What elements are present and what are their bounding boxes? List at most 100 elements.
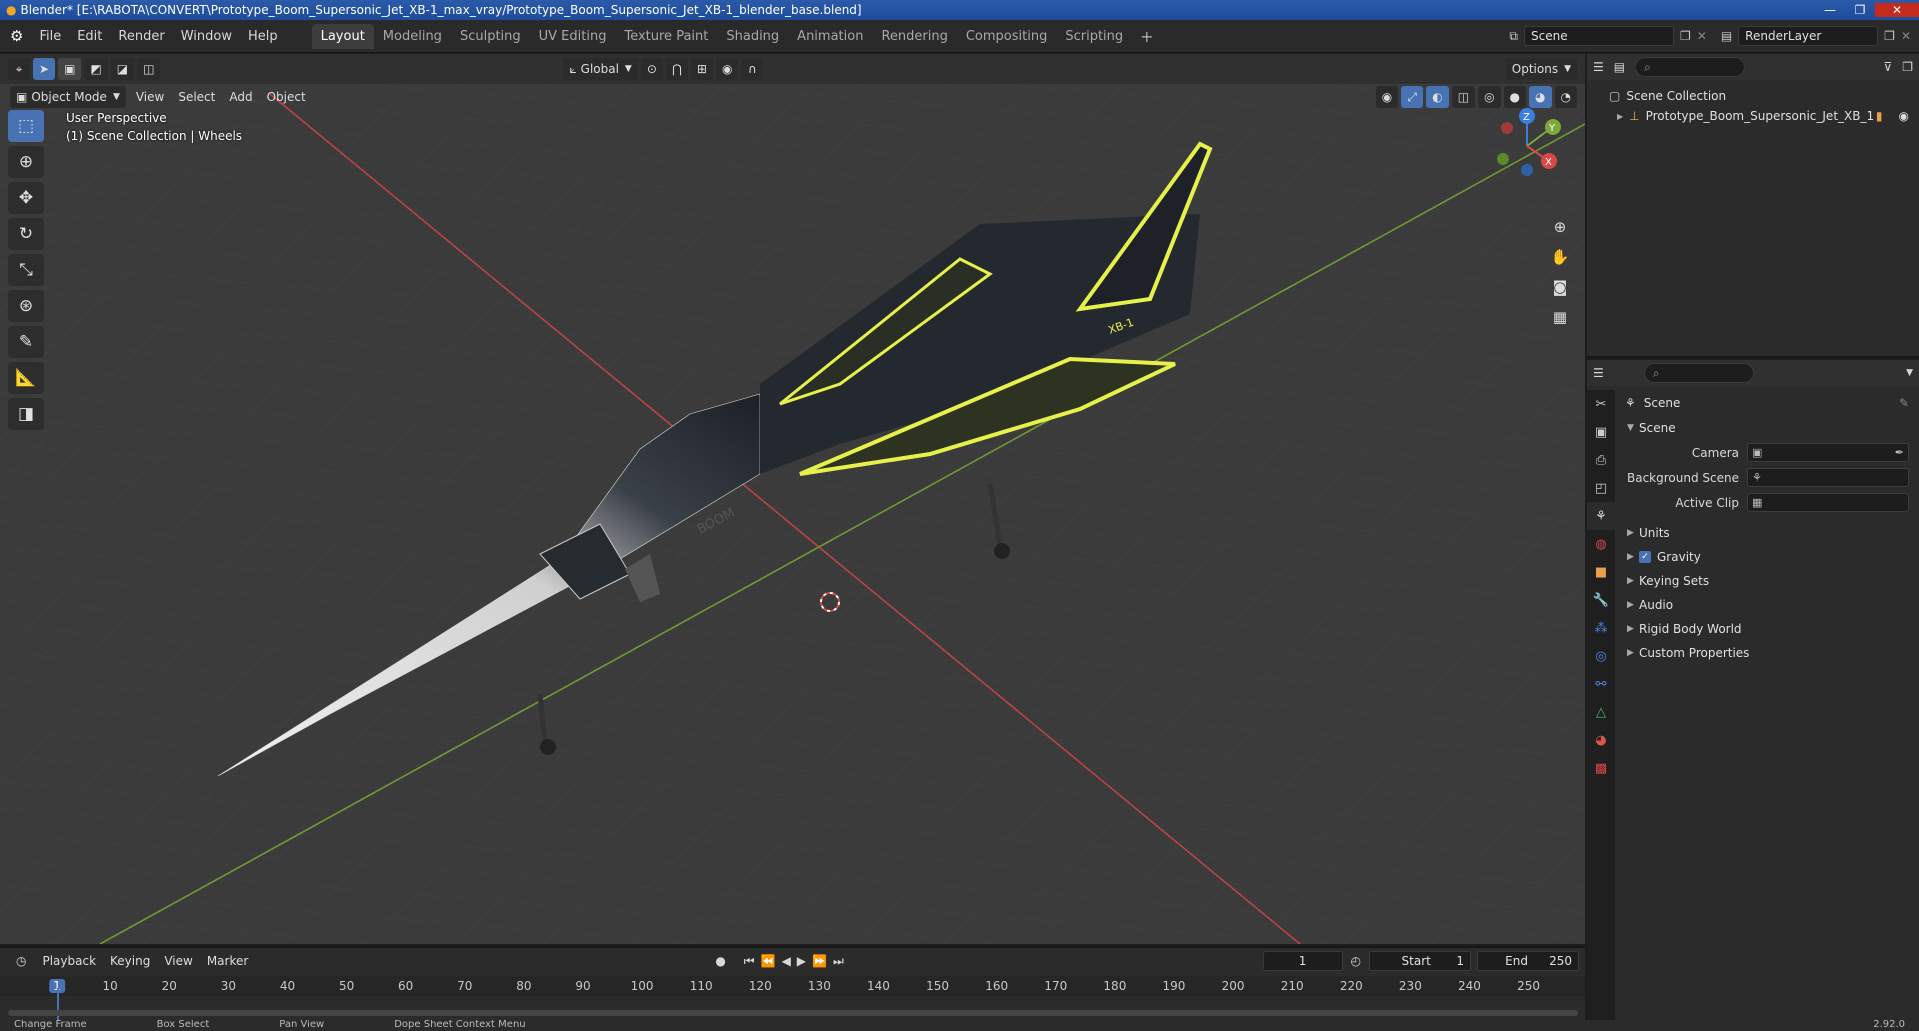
tab-scripting[interactable]: Scripting (1056, 24, 1132, 49)
zoom-button[interactable]: ⊕ (1547, 214, 1573, 240)
menu-window[interactable]: Window (173, 29, 240, 44)
tab-material[interactable]: ◕ (1587, 726, 1615, 754)
menu-timeline-view[interactable]: View (157, 954, 199, 968)
timeline-scrollbar[interactable] (8, 1010, 1578, 1016)
next-keyframe-icon[interactable]: ⏩ (812, 954, 827, 968)
tab-output[interactable]: ⎙ (1587, 446, 1615, 474)
tab-modeling[interactable]: Modeling (374, 24, 451, 49)
new-scene-icon[interactable]: ❐ (1680, 29, 1691, 43)
blender-menu-icon[interactable]: ⚙ (10, 27, 23, 45)
active-clip-field[interactable]: ▦ (1747, 493, 1909, 512)
jump-start-icon[interactable]: ⏮ (744, 954, 755, 969)
pin-icon[interactable]: ✎ (1899, 396, 1909, 410)
renderlayer-icon[interactable]: ▤ (1721, 29, 1732, 43)
scene-collection-row[interactable]: ▢ Scene Collection (1587, 86, 1919, 106)
close-button[interactable]: ✕ (1875, 3, 1919, 17)
outliner-search-input[interactable]: ⌕ (1635, 57, 1746, 77)
ortho-toggle-button[interactable]: ▦ (1547, 304, 1573, 330)
tab-view-layer[interactable]: ◰ (1587, 474, 1615, 502)
tab-animation[interactable]: Animation (788, 24, 872, 49)
menu-add[interactable]: Add (222, 90, 259, 104)
prev-keyframe-icon[interactable]: ⏪ (761, 954, 776, 968)
tab-constraints[interactable]: ⚯ (1587, 670, 1615, 698)
play-reverse-icon[interactable]: ◀ (782, 954, 791, 968)
measure-tool[interactable]: 📐 (8, 362, 44, 394)
tab-modifiers[interactable]: 🔧 (1587, 586, 1615, 614)
falloff-button[interactable]: ∩ (741, 58, 764, 80)
menu-view[interactable]: View (129, 90, 171, 104)
mode-dropdown[interactable]: ▣ Object Mode ▼ (10, 86, 126, 108)
tab-data[interactable]: △ (1587, 698, 1615, 726)
scene-selector[interactable]: Scene (1524, 26, 1674, 46)
editor-type-button[interactable]: ⌖ (8, 58, 30, 80)
end-frame-field[interactable]: End 250 (1477, 951, 1579, 971)
snap-target-button[interactable]: ⊞ (690, 58, 713, 80)
background-scene-field[interactable]: ⚘ (1747, 468, 1909, 487)
properties-search-input[interactable]: ⌕ (1643, 363, 1754, 383)
menu-select[interactable]: Select (171, 90, 222, 104)
section-custom-properties[interactable]: ▶ Custom Properties (1617, 641, 1917, 665)
menu-help[interactable]: Help (240, 29, 286, 44)
tab-uv-editing[interactable]: UV Editing (530, 24, 616, 49)
transform-tool[interactable]: ⊛ (8, 290, 44, 322)
tab-texture[interactable]: ▩ (1587, 754, 1615, 782)
transform-orientation-dropdown[interactable]: ⟀ Global ▼ (563, 58, 638, 80)
tab-rendering[interactable]: Rendering (872, 24, 956, 49)
outliner-editor-icon[interactable]: ☰ (1593, 60, 1604, 74)
select-box-tool[interactable]: ⬚ (8, 110, 44, 142)
select-mode-intersect-button[interactable]: ◫ (137, 58, 161, 80)
stopwatch-icon[interactable]: ◴ (1351, 954, 1361, 968)
section-gravity[interactable]: ▶ ✓ Gravity (1617, 545, 1917, 569)
eye-icon[interactable]: ◉ (1899, 109, 1909, 123)
tab-layout[interactable]: Layout (311, 23, 374, 49)
display-mode-icon[interactable]: ▤ (1614, 60, 1625, 74)
menu-file[interactable]: File (31, 29, 69, 44)
options-dropdown[interactable]: Options ▼ (1505, 58, 1577, 80)
scale-tool[interactable]: ⤡ (8, 254, 44, 286)
select-tool-button[interactable]: ➤ (33, 58, 56, 80)
new-renderlayer-icon[interactable]: ❐ (1884, 29, 1895, 43)
start-frame-field[interactable]: Start 1 (1369, 951, 1471, 971)
menu-marker[interactable]: Marker (200, 954, 255, 968)
snap-toggle-button[interactable]: ⋂ (665, 58, 688, 80)
tab-render[interactable]: ▣ (1587, 418, 1615, 446)
add-workspace-button[interactable]: + (1132, 27, 1161, 46)
section-keying-sets[interactable]: ▶ Keying Sets (1617, 569, 1917, 593)
tab-world[interactable]: ◍ (1587, 530, 1615, 558)
timeline-editor-type-button[interactable]: ◷ (10, 950, 33, 972)
select-mode-extend-button[interactable]: ◩ (84, 58, 108, 80)
tab-compositing[interactable]: Compositing (957, 24, 1057, 49)
play-icon[interactable]: ▶ (797, 954, 806, 968)
renderlayer-selector[interactable]: RenderLayer (1738, 26, 1879, 46)
scene-icon[interactable]: ⧉ (1509, 29, 1518, 44)
tab-sculpting[interactable]: Sculpting (451, 24, 530, 49)
delete-renderlayer-icon[interactable]: ✕ (1901, 29, 1911, 43)
tab-shading[interactable]: Shading (717, 24, 788, 49)
frame-ruler[interactable]: 1 10 20 30 40 50 60 70 80 90 100 110 120 130 140 150 160… (0, 976, 1585, 996)
section-scene[interactable]: ▼ Scene (1617, 416, 1917, 440)
properties-editor-icon[interactable]: ☰ (1593, 366, 1604, 380)
maximize-button[interactable]: ❐ (1845, 3, 1875, 17)
tab-scene[interactable]: ⚘ (1587, 502, 1615, 530)
section-rigid-body-world[interactable]: ▶ Rigid Body World (1617, 617, 1917, 641)
minimize-button[interactable]: — (1815, 3, 1845, 17)
axis-gizmo[interactable]: Z Y X (1445, 94, 1585, 214)
camera-field[interactable]: ▣ ✒ (1747, 443, 1909, 462)
pan-button[interactable]: ✋ (1547, 244, 1573, 270)
tab-particles[interactable]: ⁂ (1587, 614, 1615, 642)
menu-playback[interactable]: Playback (35, 954, 103, 968)
filter-icon[interactable]: ⊽ (1883, 60, 1892, 74)
annotate-tool[interactable]: ✎ (8, 326, 44, 358)
record-icon[interactable]: ● (715, 954, 725, 968)
gizmo-toggle[interactable]: ⤢ (1401, 86, 1424, 108)
cursor-tool[interactable]: ⊕ (8, 146, 44, 178)
select-mode-new-button[interactable]: ▣ (58, 58, 82, 80)
proportional-edit-button[interactable]: ◉ (715, 58, 739, 80)
section-units[interactable]: ▶ Units (1617, 521, 1917, 545)
object-row[interactable]: ▶ ⊥ Prototype_Boom_Supersonic_Jet_XB_1 ▮… (1587, 106, 1919, 126)
move-tool[interactable]: ✥ (8, 182, 44, 214)
jump-end-icon[interactable]: ⏭ (833, 954, 844, 969)
chevron-down-icon[interactable]: ▼ (1906, 368, 1913, 378)
visibility-toggle[interactable]: ◉ (1375, 86, 1399, 108)
rotate-tool[interactable]: ↻ (8, 218, 44, 250)
